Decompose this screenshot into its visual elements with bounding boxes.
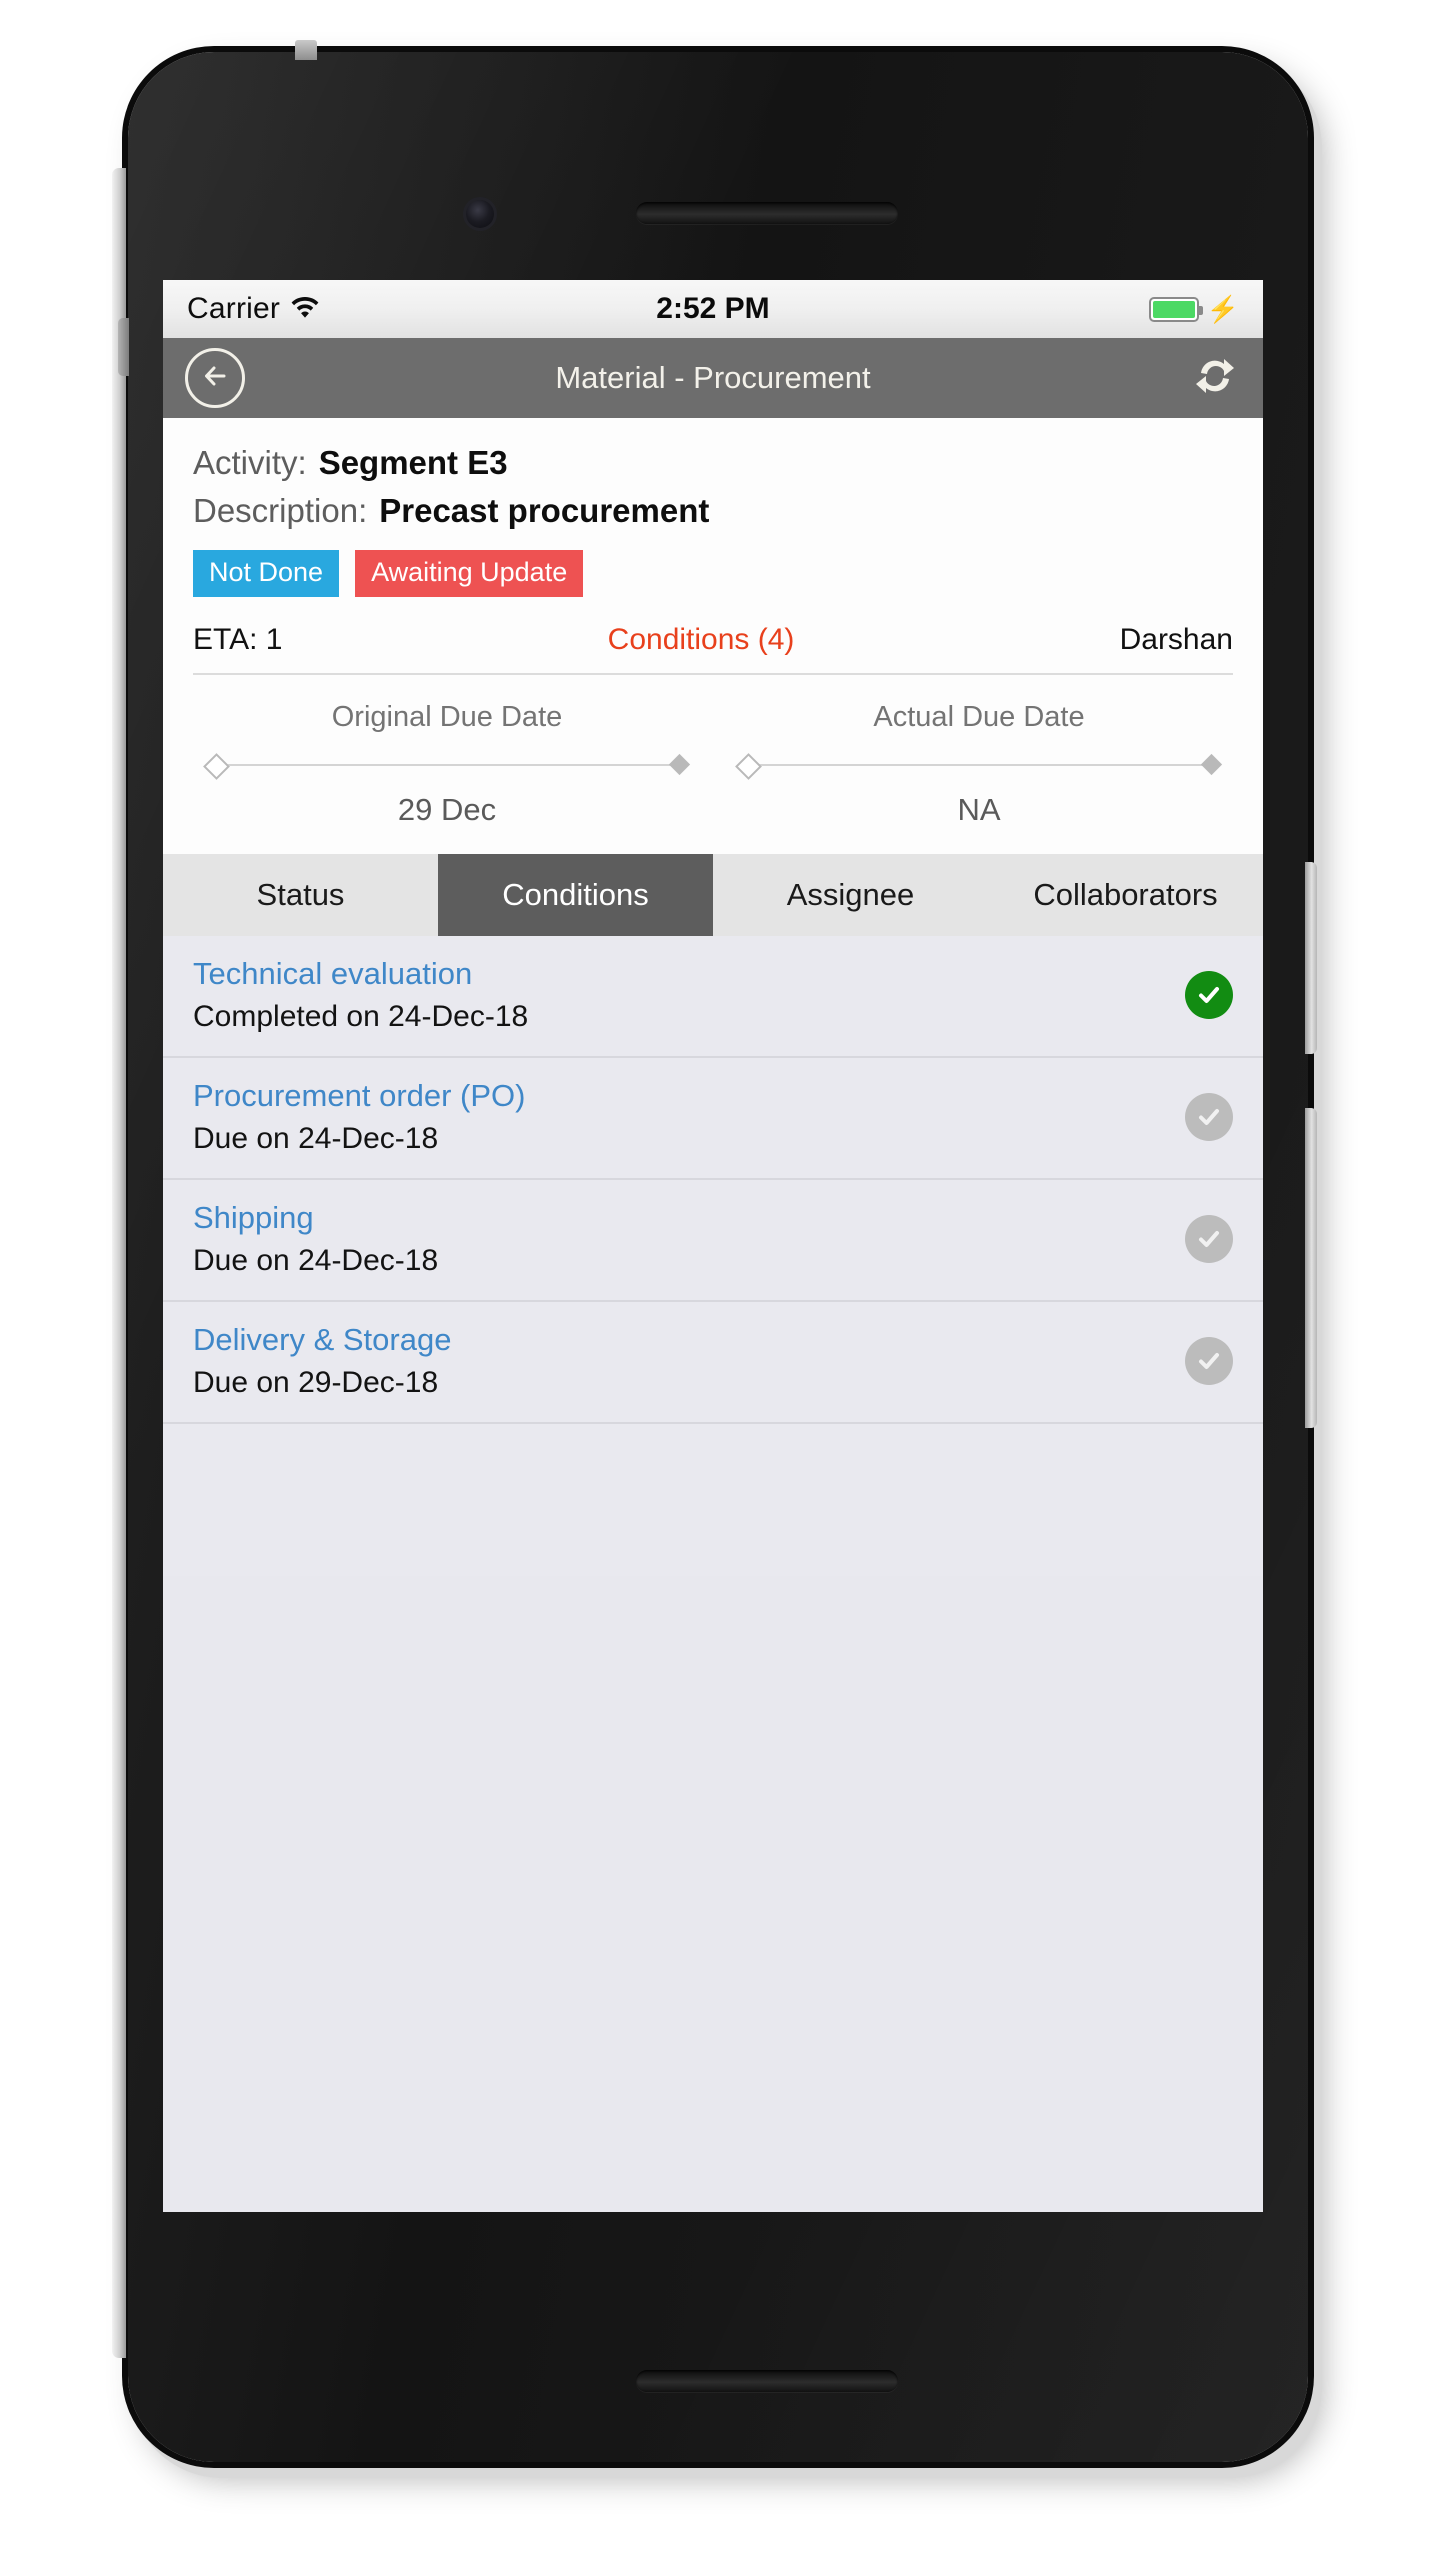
front-camera-icon	[466, 200, 494, 228]
condition-title[interactable]: Shipping	[193, 1200, 1185, 1236]
tab-assignee[interactable]: Assignee	[713, 854, 988, 936]
status-bar-left: Carrier	[187, 292, 320, 326]
phone-screen: Carrier 2:52 PM ⚡ Material - Procurement…	[163, 280, 1263, 2212]
list-item[interactable]: Procurement order (PO) Due on 24-Dec-18	[163, 1058, 1263, 1180]
actual-due-date-track	[735, 752, 1223, 780]
actual-due-date-value: NA	[957, 792, 1001, 827]
list-item[interactable]: Technical evaluation Completed on 24-Dec…	[163, 936, 1263, 1058]
diamond-start-icon	[203, 753, 230, 780]
home-bar	[636, 2370, 898, 2392]
status-badge-awaiting-update[interactable]: Awaiting Update	[355, 550, 584, 597]
condition-title[interactable]: Technical evaluation	[193, 956, 1185, 992]
meta-row: ETA: 1 Conditions (4) Darshan	[193, 623, 1233, 675]
description-label: Description:	[193, 492, 368, 529]
track-line	[751, 764, 1207, 766]
status-bar-right: ⚡	[1148, 294, 1239, 324]
condition-title[interactable]: Procurement order (PO)	[193, 1078, 1185, 1114]
original-due-date-value: 29 Dec	[397, 792, 497, 827]
list-item-text: Technical evaluation Completed on 24-Dec…	[193, 956, 1185, 1034]
tab-conditions[interactable]: Conditions	[438, 854, 713, 936]
list-item-text: Delivery & Storage Due on 29-Dec-18	[193, 1322, 1185, 1400]
refresh-button[interactable]	[1189, 352, 1241, 404]
actual-due-date-column: Actual Due Date NA	[713, 701, 1245, 828]
status-bar-time: 2:52 PM	[656, 292, 770, 325]
status-bar: Carrier 2:52 PM ⚡	[163, 280, 1263, 338]
navigation-bar: Material - Procurement	[163, 338, 1263, 418]
list-item-text: Shipping Due on 24-Dec-18	[193, 1200, 1185, 1278]
battery-icon	[1148, 296, 1203, 322]
tab-collaborators[interactable]: Collaborators	[988, 854, 1263, 936]
diamond-end-icon	[1200, 753, 1223, 776]
track-line	[219, 764, 675, 766]
condition-status: Due on 24-Dec-18	[193, 1122, 439, 1155]
volume-button[interactable]	[118, 318, 129, 376]
status-badge-not-done[interactable]: Not Done	[193, 550, 340, 597]
phone-antenna-nub	[295, 40, 317, 60]
check-circle-icon-pending[interactable]	[1185, 1215, 1233, 1263]
original-due-date-track	[203, 752, 691, 780]
actual-due-date-label: Actual Due Date	[873, 701, 1085, 733]
lightning-bolt-icon: ⚡	[1206, 294, 1239, 324]
tab-bar: Status Conditions Assignee Collaborators	[163, 854, 1263, 936]
activity-info-card: Activity: Segment E3 Description: Precas…	[163, 418, 1263, 675]
refresh-icon	[1190, 351, 1240, 406]
description-row: Description: Precast procurement	[193, 492, 1233, 530]
description-value: Precast procurement	[379, 492, 710, 529]
list-item[interactable]: Shipping Due on 24-Dec-18	[163, 1180, 1263, 1302]
conditions-list: Technical evaluation Completed on 24-Dec…	[163, 936, 1263, 1576]
original-due-date-label: Original Due Date	[331, 701, 563, 733]
side-button-lower[interactable]	[1305, 1108, 1317, 1428]
power-button[interactable]	[1305, 862, 1317, 1054]
list-item[interactable]: Delivery & Storage Due on 29-Dec-18	[163, 1302, 1263, 1424]
check-circle-icon-completed[interactable]	[1185, 971, 1233, 1019]
status-badges: Not Done Awaiting Update	[193, 550, 1233, 597]
earpiece-speaker	[636, 202, 898, 224]
check-circle-icon-pending[interactable]	[1185, 1093, 1233, 1141]
check-circle-icon-pending[interactable]	[1185, 1337, 1233, 1385]
condition-title[interactable]: Delivery & Storage	[193, 1322, 1185, 1358]
activity-row: Activity: Segment E3	[193, 444, 1233, 482]
diamond-start-icon	[735, 753, 762, 780]
owner-label: Darshan	[1119, 623, 1233, 656]
activity-value: Segment E3	[318, 444, 508, 481]
diamond-end-icon	[668, 753, 691, 776]
eta-label: ETA: 1	[193, 623, 283, 656]
back-arrow-icon	[200, 361, 230, 396]
condition-status: Due on 29-Dec-18	[193, 1366, 439, 1399]
carrier-label: Carrier	[187, 292, 281, 325]
tab-status[interactable]: Status	[163, 854, 438, 936]
condition-status: Due on 24-Dec-18	[193, 1244, 439, 1277]
activity-label: Activity:	[193, 444, 307, 481]
back-button[interactable]	[185, 348, 245, 408]
original-due-date-column: Original Due Date 29 Dec	[181, 701, 713, 828]
page-title: Material - Procurement	[555, 360, 871, 395]
wifi-icon	[290, 294, 320, 325]
conditions-count-link[interactable]: Conditions (4)	[282, 623, 1119, 657]
due-dates-section: Original Due Date 29 Dec Actual Due Date…	[163, 675, 1263, 854]
list-item-text: Procurement order (PO) Due on 24-Dec-18	[193, 1078, 1185, 1156]
phone-left-rim	[112, 168, 126, 2358]
condition-status: Completed on 24-Dec-18	[193, 1000, 529, 1033]
